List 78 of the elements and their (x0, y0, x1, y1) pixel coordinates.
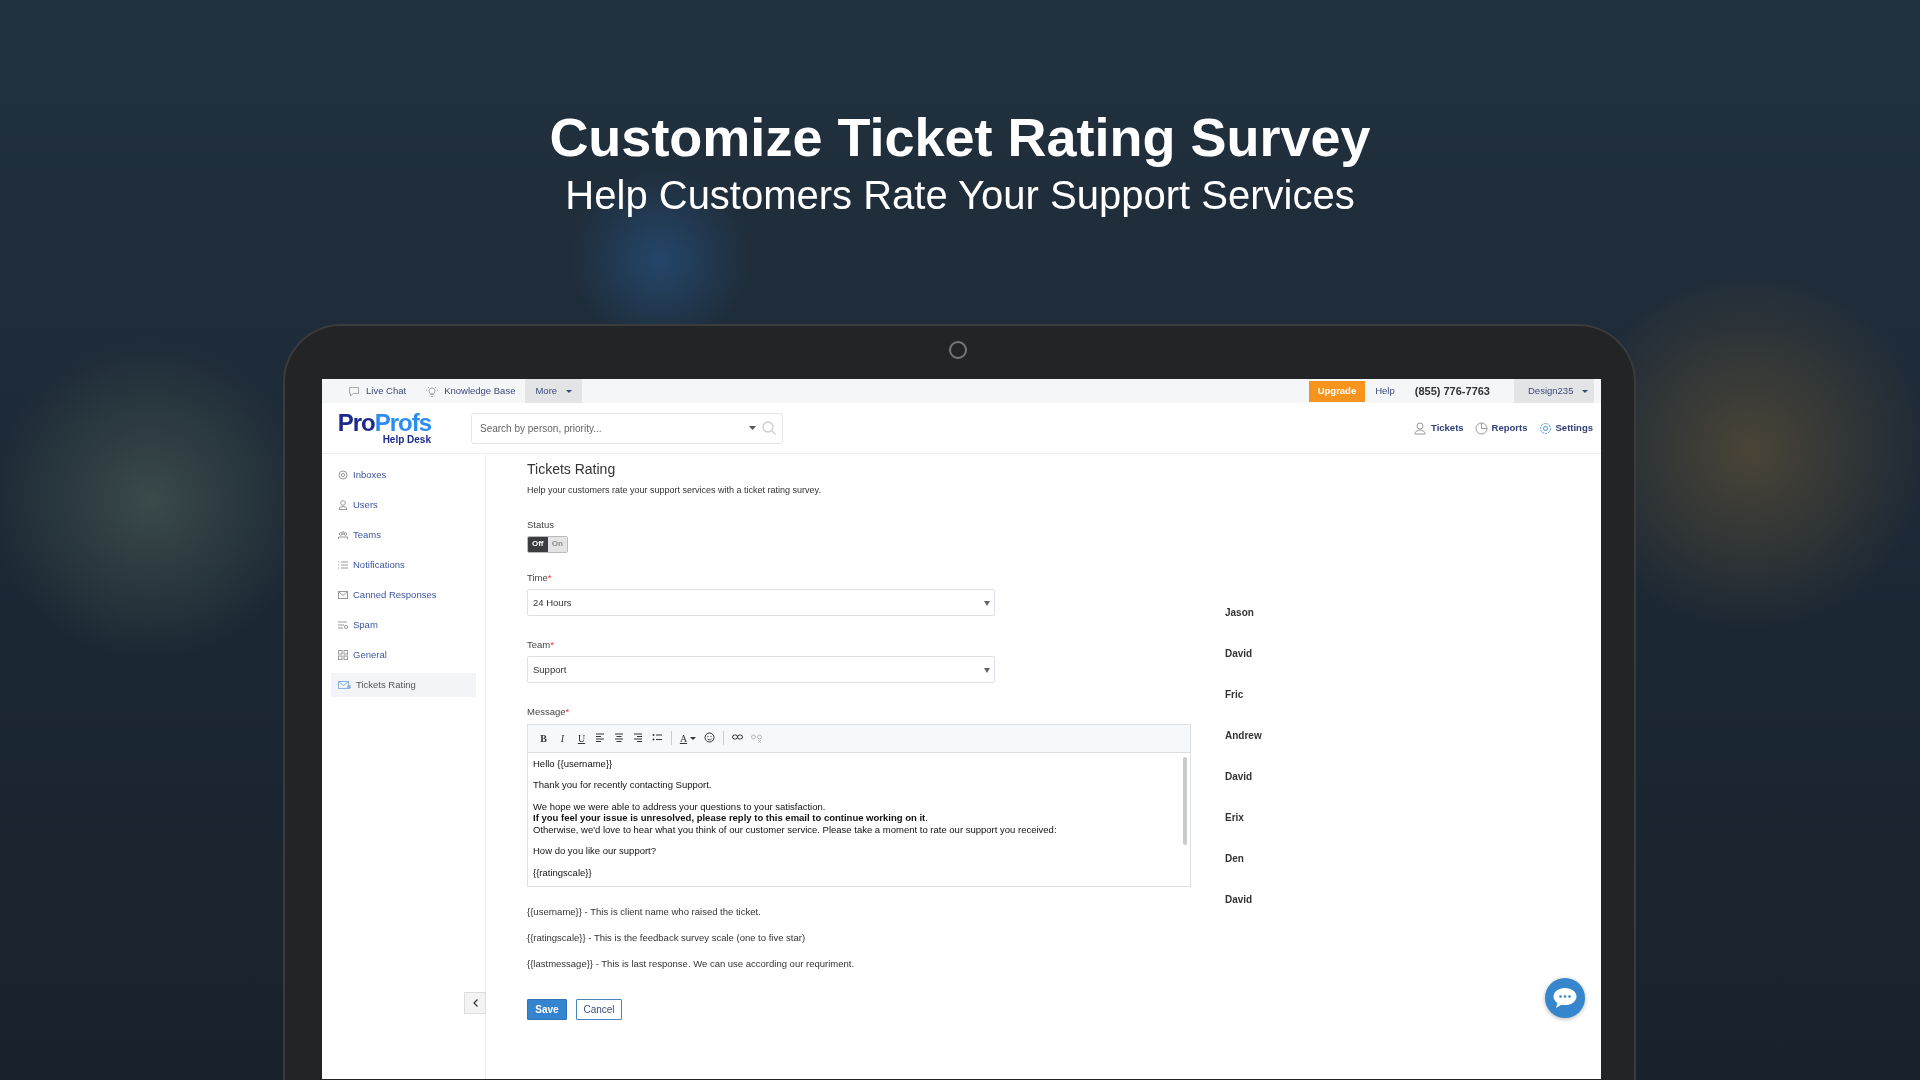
speech-bubble-icon[interactable] (1552, 987, 1578, 1010)
message-paragraph: Thank you for recently contacting Support. (533, 779, 713, 791)
page-title: Tickets Rating (527, 461, 617, 479)
nav-link[interactable]: Reports (1474, 421, 1528, 436)
agent-name: Fric (1225, 689, 1244, 702)
message-paragraph: We hope we were able to address your questions to your satisfaction. If you feel your issue is unresolved, please reply to this email to continue working on it. Otherwise, we'd love to hear what you think of our customer service. Please take a moment to rate our support you received: (533, 800, 1058, 836)
font-color-button[interactable]: A (678, 729, 698, 748)
nav-link[interactable]: Settings (1538, 421, 1593, 436)
user-menu[interactable]: Design235 (1514, 379, 1594, 404)
field-label: Status (527, 517, 555, 532)
sidebar-item[interactable]: General (331, 643, 476, 668)
align-left-icon[interactable] (595, 732, 606, 745)
align-center-icon[interactable] (614, 732, 625, 745)
help-link[interactable]: Help (1365, 379, 1405, 404)
sidebar-item[interactable]: Inboxes (331, 463, 476, 488)
pie-chart-icon (1474, 421, 1488, 435)
placeholder-note: {{username}} - This is client name who raised the ticket. (527, 904, 762, 919)
subheadline: Help Customers Rate Your Support Services (565, 173, 1355, 218)
person-icon (1414, 421, 1428, 435)
search-box[interactable]: Search by person, priority... (471, 412, 783, 444)
agent-name: David (1225, 894, 1253, 907)
dropdown-arrow-icon (984, 666, 990, 673)
top-bar-link[interactable]: Live Chat (338, 379, 417, 404)
phone-number: (855) 776-7763 (1414, 384, 1490, 400)
placeholder-note: {{ratingscale}} - This is the feedback survey scale (one to five star) (527, 930, 807, 945)
placeholder-note: {{lastmessage}} - This is last response. We can use according our requriment. (527, 957, 856, 972)
sidebar-item[interactable]: Users (331, 493, 476, 518)
top-bar-link[interactable]: Knowledge Base (416, 379, 526, 404)
select-field[interactable]: 24 Hours (527, 589, 995, 617)
sidebar-item[interactable]: Spam (331, 613, 476, 638)
logo-wordmark: ProProfs (337, 411, 431, 436)
message-paragraph: How do you like our support? (533, 845, 658, 857)
settings-icon (1538, 421, 1552, 435)
sidebar-item[interactable]: Tickets Rating (331, 673, 476, 698)
scrollbar-thumb[interactable] (1183, 756, 1187, 845)
chat-icon (348, 385, 360, 397)
envelope-icon (338, 590, 348, 601)
dropdown-arrow-icon (984, 599, 990, 606)
search-icon (762, 421, 776, 436)
smiley-icon[interactable] (704, 732, 715, 745)
logo-tagline: Help Desk (382, 435, 431, 446)
page-description: Help your customers rate your support services with a ticket rating survey. (527, 484, 822, 498)
sidebar-item[interactable]: Teams (331, 523, 476, 548)
message-editor[interactable] (527, 723, 1191, 887)
chevron-left-icon (472, 999, 478, 1008)
group-icon (338, 530, 348, 541)
agent-name: Jason (1225, 607, 1254, 620)
sidebar-item[interactable]: Notifications (331, 553, 476, 578)
field-label: Time* (527, 570, 553, 585)
agent-name: Den (1225, 853, 1244, 866)
agent-name: Erix (1225, 812, 1244, 825)
cancel-button[interactable]: Cancel (576, 999, 622, 1021)
grid-icon (338, 650, 348, 661)
nav-link[interactable]: Tickets (1414, 421, 1464, 436)
message-paragraph: Hello {{username}} (533, 757, 614, 770)
user-icon (338, 500, 348, 511)
save-button[interactable]: Save (527, 999, 567, 1021)
headline: Customize Ticket Rating Survey (549, 108, 1371, 168)
agent-name: Andrew (1225, 730, 1262, 743)
filter-list-icon (338, 620, 348, 631)
align-right-icon[interactable] (633, 732, 644, 745)
field-label: Message* (527, 705, 571, 720)
italic-button[interactable]: I (555, 729, 570, 748)
status-toggle[interactable]: Off On (527, 535, 568, 553)
bold-button[interactable]: B (536, 729, 551, 748)
sidebar-item[interactable]: Canned Responses (331, 583, 476, 608)
agent-name: David (1225, 648, 1253, 661)
lightbulb-icon (426, 385, 439, 397)
select-field[interactable]: Support (527, 656, 995, 684)
agent-name: David (1225, 771, 1253, 784)
underline-button[interactable]: U (574, 729, 589, 748)
chat-button[interactable] (1545, 978, 1585, 1019)
dropdown-caret-icon (749, 426, 756, 431)
list-icon (338, 560, 348, 571)
field-label: Team* (527, 638, 555, 653)
more-menu[interactable]: More (525, 379, 583, 404)
camera-dot (949, 341, 967, 360)
message-paragraph: {{ratingscale}} (533, 866, 593, 879)
